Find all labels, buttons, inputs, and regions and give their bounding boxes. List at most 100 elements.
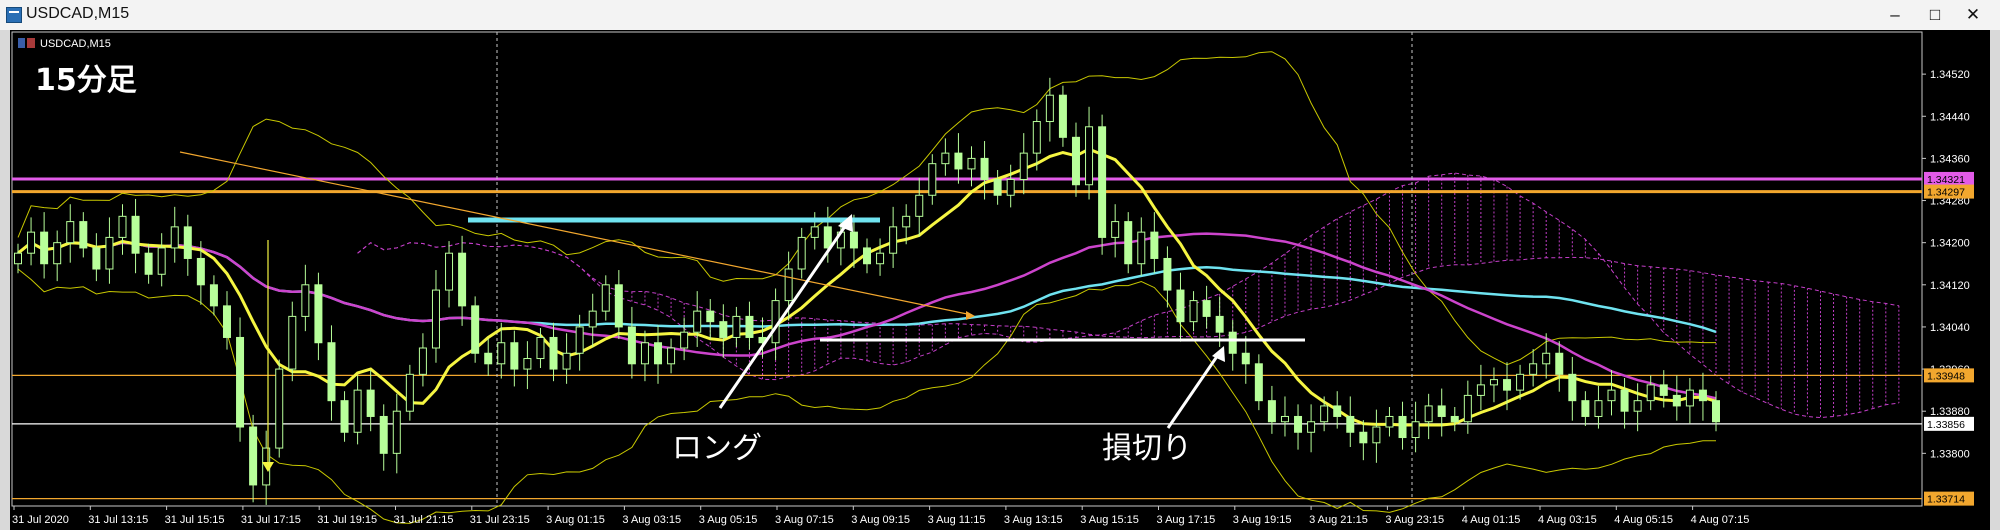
x-tick-label: 3 Aug 03:15: [622, 514, 681, 526]
x-tick-label: 3 Aug 21:15: [1309, 514, 1368, 526]
candle-body: [340, 400, 349, 433]
x-tick-label: 3 Aug 11:15: [928, 514, 986, 526]
candle-body: [876, 252, 885, 265]
candle-body: [1633, 400, 1642, 412]
chart-icons: [18, 38, 25, 48]
candle-body: [1568, 373, 1577, 402]
candle-body: [536, 336, 545, 360]
candle-body: [131, 215, 140, 254]
candle-body: [431, 289, 440, 349]
candle-body: [667, 347, 676, 365]
candle-body: [458, 252, 467, 307]
price-tag-label: 1.34297: [1927, 187, 1965, 199]
candle-body: [275, 368, 284, 449]
x-tick-label: 3 Aug 05:15: [699, 514, 758, 526]
candle-body: [510, 342, 519, 370]
candle-body: [1098, 126, 1107, 238]
candle-body: [1150, 231, 1159, 259]
price-tag-label: 1.33856: [1927, 419, 1965, 431]
candle-body: [1241, 352, 1250, 365]
candle-body: [1476, 384, 1485, 396]
candle-body: [327, 342, 336, 402]
chart-window: USDCAD,M15 – □ ✕ 1.34520 1.34440 1.34360…: [0, 0, 2000, 530]
y-tick-label: 1.34520: [1930, 69, 1970, 81]
x-tick-label: 31 Jul 15:15: [165, 514, 225, 526]
candle-body: [366, 389, 375, 417]
candle-body: [1411, 421, 1420, 439]
candle-body: [105, 236, 114, 270]
candle-body: [941, 152, 950, 165]
candle-body: [118, 215, 127, 238]
candle-body: [1280, 415, 1289, 423]
candle-body: [14, 252, 22, 265]
candle-body: [170, 226, 179, 249]
candle-body: [1529, 363, 1538, 375]
candle-body: [1333, 405, 1342, 417]
candle-body: [1516, 373, 1525, 391]
x-tick-label: 4 Aug 07:15: [1691, 514, 1750, 526]
x-tick-label: 3 Aug 09:15: [851, 514, 910, 526]
candle-body: [823, 226, 832, 249]
y-tick-label: 1.34040: [1930, 322, 1970, 334]
candle-body: [523, 358, 532, 370]
candle-body: [706, 310, 715, 323]
candle-body: [1176, 289, 1185, 323]
x-tick-label: 4 Aug 05:15: [1614, 514, 1673, 526]
candle-body: [1267, 400, 1276, 423]
candle-body: [53, 242, 62, 265]
candle-body: [392, 410, 401, 454]
candle-body: [1607, 389, 1616, 402]
candle-body: [1450, 415, 1459, 423]
price-chart[interactable]: 1.345201.344401.343601.342801.342001.341…: [0, 0, 2000, 530]
y-tick-label: 1.33880: [1930, 406, 1970, 418]
candle-body: [92, 247, 101, 270]
candle-body: [601, 284, 610, 312]
candle-body: [1359, 431, 1368, 444]
candle-body: [209, 284, 218, 307]
x-tick-label: 3 Aug 13:15: [1004, 514, 1063, 526]
candle-body: [66, 221, 75, 244]
candle-body: [719, 321, 728, 338]
candle-body: [562, 352, 571, 370]
candle-body: [27, 231, 36, 254]
candle-body: [79, 221, 88, 249]
candle-body: [1463, 394, 1472, 423]
candle-body: [1085, 126, 1094, 186]
price-tag-label: 1.34321: [1927, 174, 1965, 186]
candle-body: [183, 226, 192, 259]
candle-body: [1202, 300, 1211, 317]
candle-body: [196, 257, 205, 286]
x-tick-label: 31 Jul 23:15: [470, 514, 530, 526]
x-tick-label: 31 Jul 21:15: [394, 514, 454, 526]
candle-body: [980, 157, 989, 180]
candle-body: [379, 415, 388, 454]
candle-body: [849, 231, 858, 249]
candle-body: [575, 326, 584, 354]
candle-body: [1424, 405, 1433, 423]
x-tick-label: 4 Aug 03:15: [1538, 514, 1597, 526]
candle-body: [301, 284, 310, 317]
candle-body: [144, 252, 153, 275]
candle-body: [1215, 315, 1224, 333]
candle-body: [1437, 405, 1446, 417]
candle-body: [1111, 221, 1120, 238]
candle-body: [1189, 300, 1198, 323]
candle-body: [445, 252, 454, 291]
candle-body: [1385, 415, 1394, 428]
x-tick-label: 31 Jul 17:15: [241, 514, 301, 526]
candle-body: [1346, 415, 1355, 433]
candle-body: [588, 310, 597, 328]
candle-body: [1307, 421, 1316, 433]
candle-body: [1398, 415, 1407, 439]
candle-body: [288, 315, 297, 370]
candle-body: [418, 347, 427, 375]
candle-body: [236, 336, 245, 428]
candle-body: [1228, 331, 1237, 354]
chart-background: [10, 30, 1990, 530]
candle-body: [1006, 178, 1015, 196]
x-tick-label: 3 Aug 07:15: [775, 514, 834, 526]
chart-symbol-label: USDCAD,M15: [40, 38, 111, 50]
candle-body: [1659, 384, 1668, 396]
x-tick-label: 31 Jul 19:15: [317, 514, 377, 526]
candle-body: [1254, 363, 1263, 402]
